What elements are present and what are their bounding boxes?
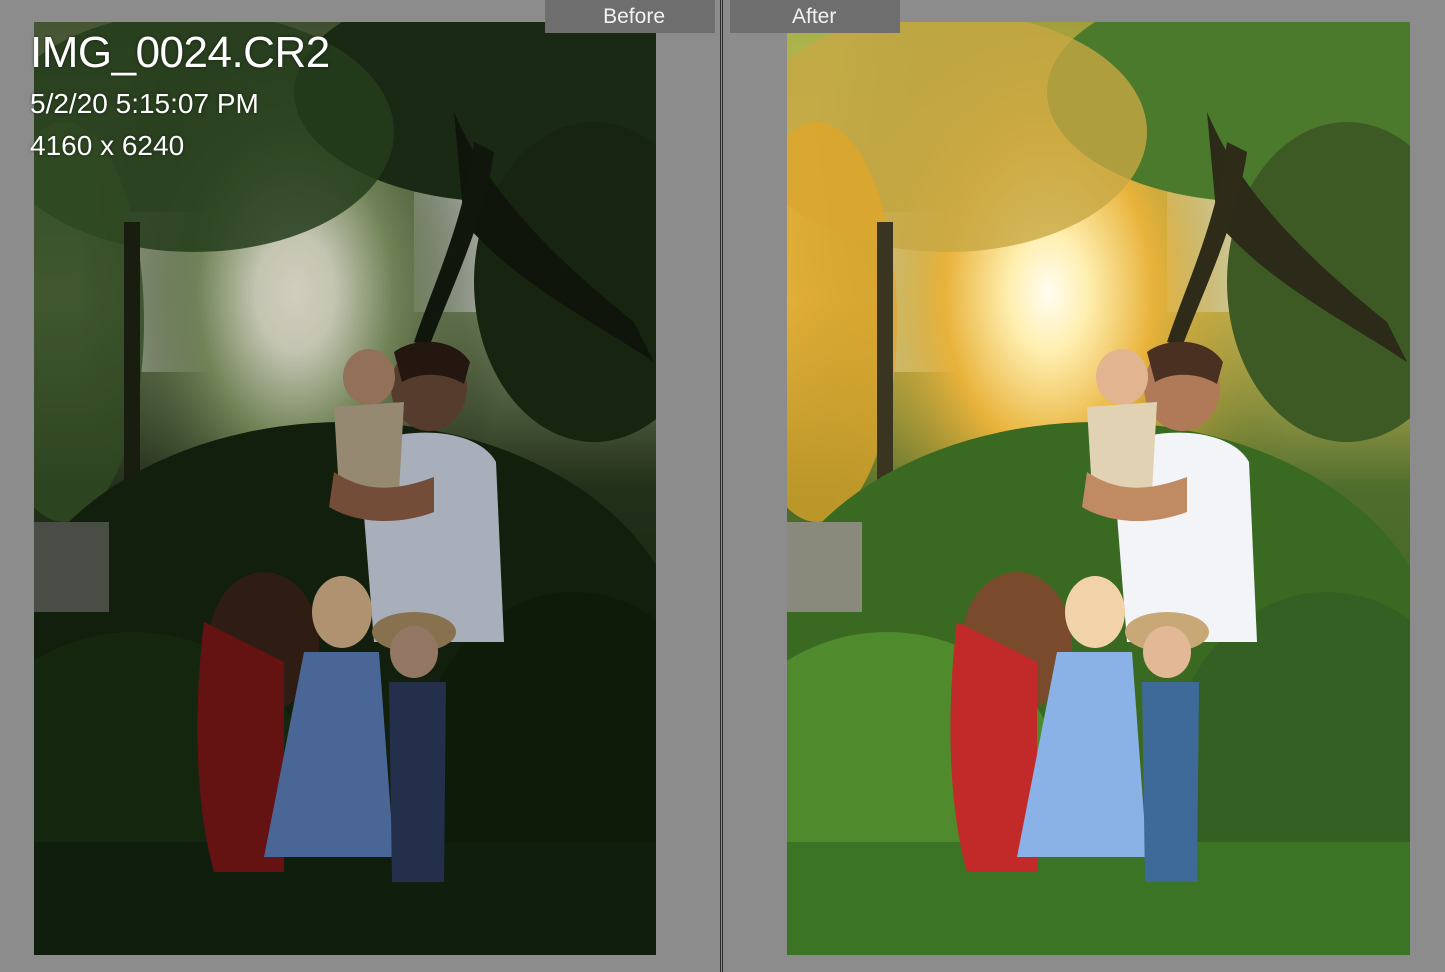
filename-overlay: IMG_0024.CR2 [30,28,330,77]
before-pane[interactable]: IMG_0024.CR2 5/2/20 5:15:07 PM 4160 x 62… [0,0,719,972]
before-label: Before [545,0,715,33]
after-label: After [730,0,900,33]
after-pane[interactable]: After [724,0,1445,972]
after-photo[interactable] [787,22,1410,955]
before-after-compare-view: IMG_0024.CR2 5/2/20 5:15:07 PM 4160 x 62… [0,0,1445,972]
after-photo-image [787,22,1410,955]
capture-date-overlay: 5/2/20 5:15:07 PM [30,88,259,119]
dimensions-overlay: 4160 x 6240 [30,130,185,161]
